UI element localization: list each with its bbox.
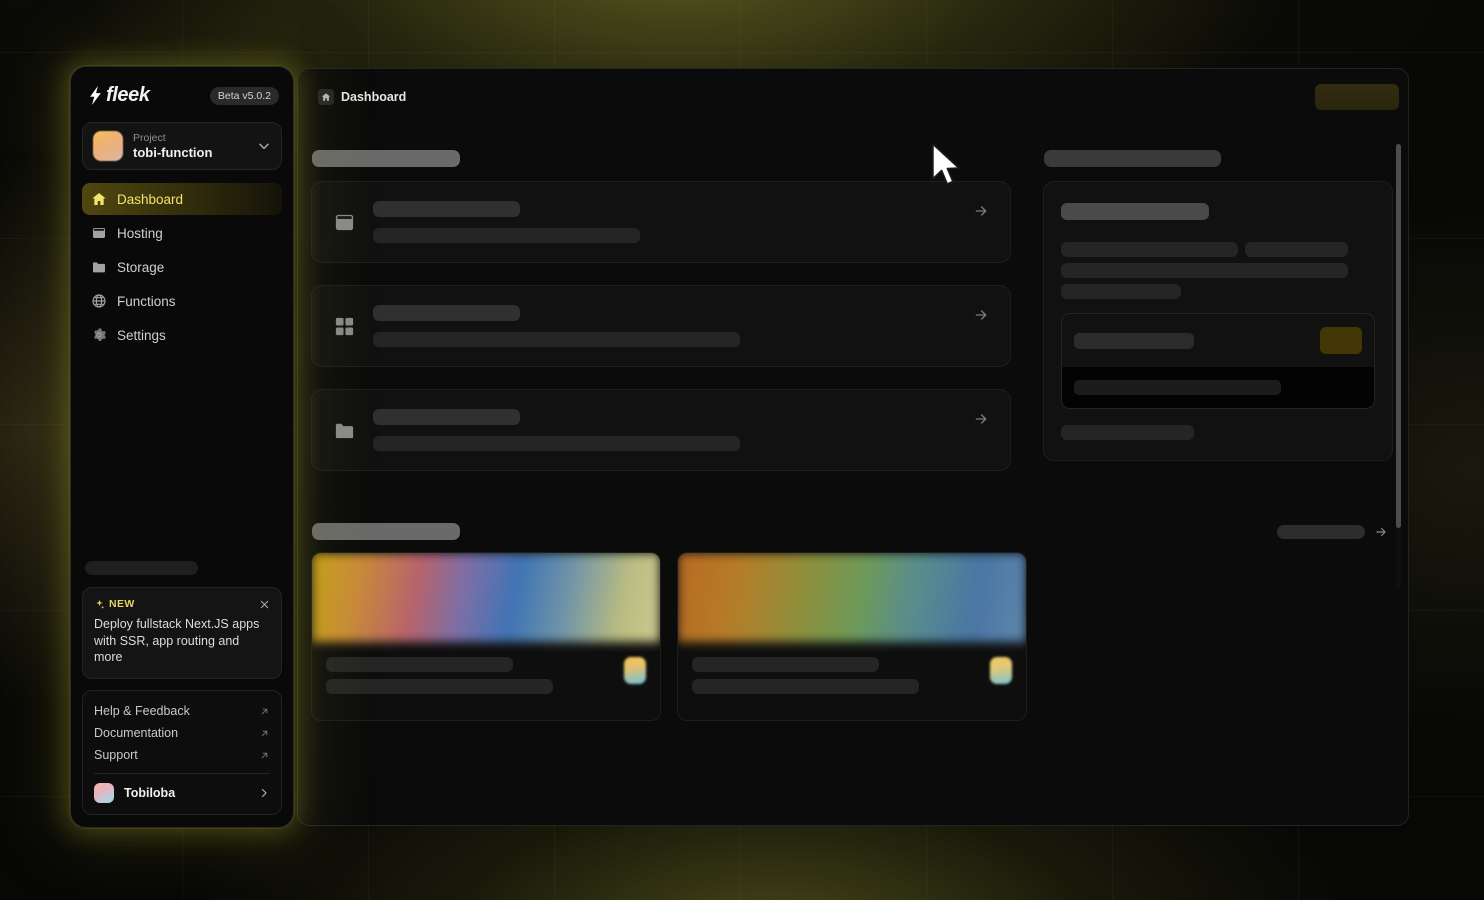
folder-icon — [335, 423, 354, 438]
footer-link-label: Help & Feedback — [94, 704, 190, 718]
quick-link-card-storage[interactable] — [311, 389, 1011, 471]
sparkle-icon — [96, 599, 105, 609]
amber-status-chip — [1320, 327, 1362, 354]
chevron-down-icon — [259, 143, 269, 150]
sidebar-item-label: Settings — [117, 327, 166, 343]
activity-panel — [1043, 181, 1393, 461]
left-column — [311, 126, 1011, 493]
promo-text: Deploy fullstack Next.JS apps with SSR, … — [94, 617, 260, 665]
bolt-icon — [90, 86, 101, 105]
breadcrumb[interactable]: Dashboard — [318, 89, 406, 105]
external-link-icon — [261, 752, 268, 758]
sidebar-item-label: Hosting — [117, 225, 163, 241]
window-icon — [335, 214, 354, 230]
view-all-skeleton — [1277, 524, 1365, 539]
window-icon — [93, 228, 105, 238]
arrow-right-icon — [975, 414, 987, 424]
template-banner — [312, 553, 660, 642]
footer-divider — [94, 773, 270, 774]
promo-banner: NEW Deploy fullstack Next.JS apps with S… — [82, 587, 282, 679]
card-skeleton-lines — [373, 201, 956, 243]
template-skeleton-lines — [326, 657, 612, 694]
sidebar: fleek Beta v5.0.2 Project tobi-function … — [70, 66, 294, 828]
sidebar-footer: Help & Feedback Documentation Support To… — [82, 690, 282, 815]
footer-link-label: Support — [94, 748, 138, 762]
chevron-right-icon — [261, 788, 267, 798]
user-name: Tobiloba — [124, 786, 176, 800]
sidebar-nav: Dashboard Hosting Storage Functions Sett… — [82, 183, 282, 351]
templates-view-all[interactable] — [1277, 524, 1388, 539]
breadcrumb-label: Dashboard — [341, 90, 407, 104]
globe-icon — [92, 294, 106, 308]
template-badge-icon — [990, 657, 1012, 684]
footer-link-documentation[interactable]: Documentation — [94, 722, 270, 744]
promo-badge-label: NEW — [109, 598, 135, 611]
avatar — [94, 783, 114, 803]
templates-grid — [311, 552, 1388, 721]
project-avatar — [93, 131, 123, 161]
header-action-skeleton[interactable] — [1315, 84, 1399, 110]
right-column — [1043, 126, 1393, 461]
beta-version-badge: Beta v5.0.2 — [209, 86, 279, 105]
main-topbar: Dashboard — [297, 68, 1409, 126]
folder-icon — [93, 262, 105, 273]
sidebar-item-hosting[interactable]: Hosting — [82, 217, 282, 249]
project-selector[interactable]: Project tobi-function — [82, 122, 282, 170]
activity-inner-box — [1061, 313, 1375, 409]
project-label: Project — [133, 132, 166, 145]
template-badge-icon — [624, 657, 646, 684]
footer-link-help-feedback[interactable]: Help & Feedback — [94, 700, 270, 722]
left-section-title-skeleton — [312, 150, 460, 167]
home-icon — [92, 193, 106, 205]
grid-icon — [335, 317, 354, 335]
sidebar-item-storage[interactable]: Storage — [82, 251, 282, 283]
close-icon[interactable] — [259, 599, 270, 610]
quick-link-card-functions[interactable] — [311, 285, 1011, 367]
sidebar-item-dashboard[interactable]: Dashboard — [82, 183, 282, 215]
sidebar-header: fleek Beta v5.0.2 — [82, 67, 282, 116]
arrow-right-icon — [975, 206, 987, 216]
template-card[interactable] — [311, 552, 661, 721]
promo-new-badge: NEW — [94, 598, 135, 610]
templates-title-skeleton — [312, 523, 460, 540]
sidebar-item-label: Storage — [117, 259, 165, 275]
card-skeleton-lines — [373, 409, 956, 451]
user-account-row[interactable]: Tobiloba — [94, 778, 270, 805]
template-skeleton-lines — [692, 657, 978, 694]
gear-icon — [94, 328, 106, 341]
arrow-right-icon — [975, 310, 987, 320]
templates-section-header — [312, 523, 1388, 540]
main-scrollbar-thumb[interactable] — [1396, 144, 1401, 528]
sidebar-item-functions[interactable]: Functions — [82, 285, 282, 317]
sidebar-item-settings[interactable]: Settings — [82, 319, 282, 351]
dashboard-content — [297, 126, 1409, 826]
footer-link-support[interactable]: Support — [94, 744, 270, 766]
external-link-icon — [261, 730, 268, 736]
sidebar-item-label: Dashboard — [117, 191, 184, 207]
sidebar-skeleton-bar — [85, 561, 198, 576]
template-card[interactable] — [677, 552, 1027, 721]
template-banner — [678, 553, 1026, 642]
right-section-title-skeleton — [1044, 150, 1221, 167]
breadcrumb-home-icon — [318, 89, 334, 105]
brand-logo[interactable]: fleek — [88, 84, 150, 107]
brand-name: fleek — [106, 84, 150, 106]
main-content-area: Dashboard — [297, 68, 1409, 826]
footer-link-label: Documentation — [94, 726, 179, 740]
arrow-right-icon — [1376, 527, 1386, 536]
sidebar-item-label: Functions — [117, 293, 176, 309]
quick-link-card-hosting[interactable] — [311, 181, 1011, 263]
external-link-icon — [261, 708, 268, 714]
project-name: tobi-function — [133, 144, 213, 160]
card-skeleton-lines — [373, 305, 956, 347]
